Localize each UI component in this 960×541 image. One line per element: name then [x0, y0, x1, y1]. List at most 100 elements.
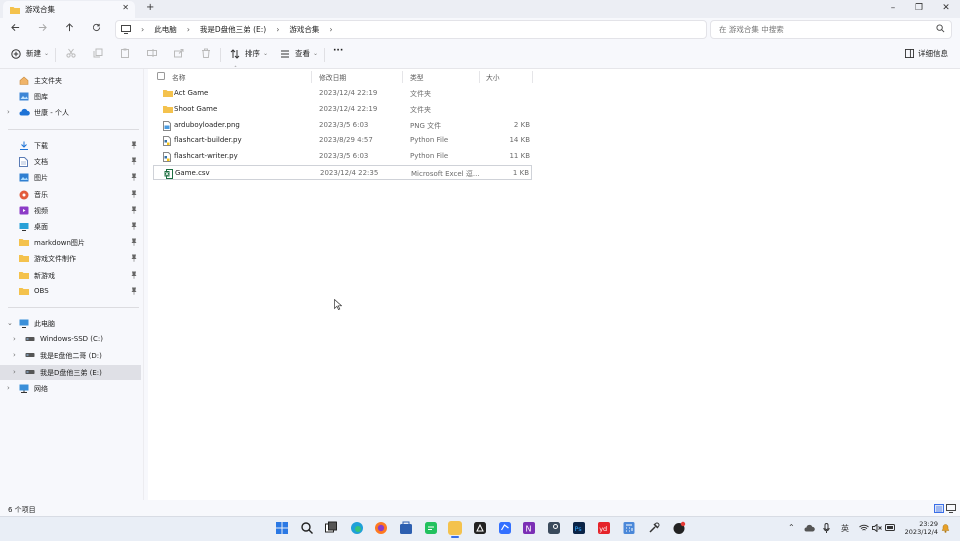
system-clock[interactable]: 23:29 2023/12/4 — [905, 520, 938, 536]
table-row[interactable]: Game.csv 2023/12/4 22:35 Microsoft Excel 逗… — [153, 165, 532, 180]
back-button[interactable] — [8, 23, 22, 35]
clipboard-icon — [121, 48, 129, 58]
sort-button[interactable]: 排序 ⌄ — [230, 48, 268, 59]
details-pane-button[interactable]: 详细信息 — [905, 48, 948, 59]
sidebar-item[interactable]: ⌄ 此电脑 — [0, 316, 141, 331]
task-view-icon[interactable] — [324, 521, 338, 535]
view-button[interactable]: 查看 ⌄ — [280, 48, 318, 59]
new-button[interactable]: 新建 ⌄ — [11, 48, 49, 59]
copy-icon — [93, 48, 103, 58]
sidebar-item-windows-ssd-c[interactable]: › Windows-SSD (C:) — [0, 332, 141, 347]
sidebar-item[interactable]: 下载 — [0, 138, 141, 153]
cut-button[interactable] — [66, 48, 76, 58]
sidebar-item[interactable]: 图片 — [0, 170, 141, 185]
new-tab-button[interactable]: + — [146, 2, 154, 13]
feishu-app-icon[interactable] — [498, 521, 512, 535]
tab-active[interactable]: 游戏合集 ✕ — [3, 1, 135, 18]
sidebar-item-d-e[interactable]: › 我是D盘他三弟 (E:) — [0, 364, 141, 380]
maximize-button[interactable]: ❐ — [906, 0, 932, 18]
breadcrumb-chevron[interactable]: › — [329, 25, 332, 34]
table-row[interactable]: flashcart-builder.py 2023/8/29 4:57 Python… — [153, 133, 532, 148]
clock-time: 23:29 — [919, 520, 938, 528]
store-app-icon[interactable] — [399, 521, 413, 535]
breadcrumb-drive-e[interactable]: 我是D盘他三弟 (E:) — [200, 24, 266, 35]
sidebar-item[interactable]: 视频 — [0, 203, 141, 218]
sidebar-item[interactable]: 文档 — [0, 154, 141, 169]
photoshop-app-icon[interactable]: Ps — [572, 521, 586, 535]
wechat-app-icon[interactable] — [424, 521, 438, 535]
chevron-down-icon[interactable]: ⌄ — [7, 319, 13, 327]
column-header-type[interactable]: 类型 — [410, 72, 424, 82]
column-divider[interactable] — [532, 71, 533, 83]
sidebar-item[interactable]: 主文件夹 — [0, 73, 141, 88]
column-header-name[interactable]: 名称 — [172, 72, 186, 82]
unity-app-icon[interactable] — [473, 521, 487, 535]
edge-browser-icon[interactable] — [350, 521, 364, 535]
notification-bell-icon[interactable] — [941, 523, 950, 533]
onedrive-tray-icon[interactable] — [804, 524, 815, 532]
recorder-app-icon[interactable] — [672, 521, 686, 535]
sidebar-item[interactable]: 音乐 — [0, 187, 141, 202]
chevron-right-icon[interactable]: › — [7, 384, 10, 392]
tab-close-button[interactable]: ✕ — [122, 3, 129, 12]
table-row[interactable]: flashcart-writer.py 2023/3/5 6:03 Python F… — [153, 149, 532, 164]
sidebar-item[interactable]: › 世康 - 个人 — [0, 105, 141, 120]
sidebar-item[interactable]: 游戏文件制作 — [0, 251, 141, 266]
breadcrumb-pc[interactable]: 此电脑 — [154, 24, 177, 35]
forward-button[interactable] — [35, 23, 49, 35]
volume-muted-tray-icon[interactable] — [872, 524, 882, 532]
arrow-up-icon — [65, 23, 73, 32]
address-bar[interactable]: › 此电脑 › 我是D盘他三弟 (E:) › 游戏合集 › — [115, 20, 707, 39]
file-explorer-app-icon[interactable] — [448, 521, 462, 538]
minimize-button[interactable]: – — [880, 0, 906, 18]
microphone-tray-icon[interactable] — [823, 523, 830, 533]
battery-tray-icon[interactable] — [885, 524, 896, 531]
steam-app-icon[interactable] — [547, 521, 561, 535]
wifi-tray-icon[interactable] — [859, 524, 869, 532]
table-row[interactable]: Act Game 2023/12/4 22:19 文件夹 — [153, 86, 532, 101]
rename-button[interactable] — [147, 48, 157, 58]
search-box[interactable] — [710, 20, 952, 39]
sidebar-item-obs[interactable]: OBS — [0, 284, 141, 299]
python-file-icon — [163, 152, 171, 163]
table-row[interactable]: Shoot Game 2023/12/4 22:19 文件夹 — [153, 102, 532, 117]
sidebar-item[interactable]: 图库 — [0, 89, 141, 104]
tiles-view-icon[interactable] — [946, 504, 956, 513]
onenote-app-icon[interactable]: N — [522, 521, 536, 535]
tools-app-icon[interactable] — [647, 521, 661, 535]
sidebar-item[interactable]: 新游戏 — [0, 268, 141, 283]
refresh-button[interactable] — [89, 23, 103, 35]
sidebar-item[interactable]: › 网络 — [0, 381, 141, 396]
share-button[interactable] — [174, 48, 184, 58]
sidebar-item[interactable]: 桌面 — [0, 219, 141, 234]
ime-indicator[interactable]: 英 — [841, 523, 849, 534]
column-divider[interactable] — [311, 71, 312, 83]
more-options-button[interactable]: ··· — [333, 46, 343, 56]
sidebar-item-e-d[interactable]: › 我是E盘他二哥 (D:) — [0, 348, 141, 363]
calculator-app-icon[interactable] — [622, 521, 636, 535]
chevron-right-icon[interactable]: › — [13, 335, 16, 343]
breadcrumb-current-folder[interactable]: 游戏合集 — [289, 24, 319, 35]
details-view-icon[interactable] — [934, 504, 944, 513]
search-input[interactable] — [717, 24, 921, 35]
tray-overflow-icon[interactable]: ⌃ — [788, 523, 795, 532]
column-header-size[interactable]: 大小 — [486, 72, 500, 82]
chevron-right-icon[interactable]: › — [7, 108, 10, 116]
youdao-app-icon[interactable]: yd — [597, 521, 611, 535]
column-divider[interactable] — [402, 71, 403, 83]
firefox-browser-icon[interactable] — [374, 521, 388, 535]
close-window-button[interactable]: ✕ — [933, 0, 959, 18]
search-icon[interactable] — [300, 521, 314, 535]
copy-button[interactable] — [93, 48, 103, 58]
column-header-date[interactable]: 修改日期 — [319, 72, 346, 82]
column-divider[interactable] — [479, 71, 480, 83]
paste-button[interactable] — [120, 48, 130, 58]
select-all-checkbox[interactable] — [157, 72, 165, 80]
windows-start-icon[interactable] — [275, 521, 289, 535]
sidebar-item-markdown[interactable]: markdown图片 — [0, 235, 141, 250]
table-row[interactable]: arduboyloader.png 2023/3/5 6:03 PNG 文件 2 KB — [153, 118, 532, 133]
delete-button[interactable] — [201, 48, 211, 58]
up-button[interactable] — [62, 23, 76, 35]
chevron-right-icon[interactable]: › — [13, 351, 16, 359]
chevron-right-icon[interactable]: › — [13, 368, 16, 376]
